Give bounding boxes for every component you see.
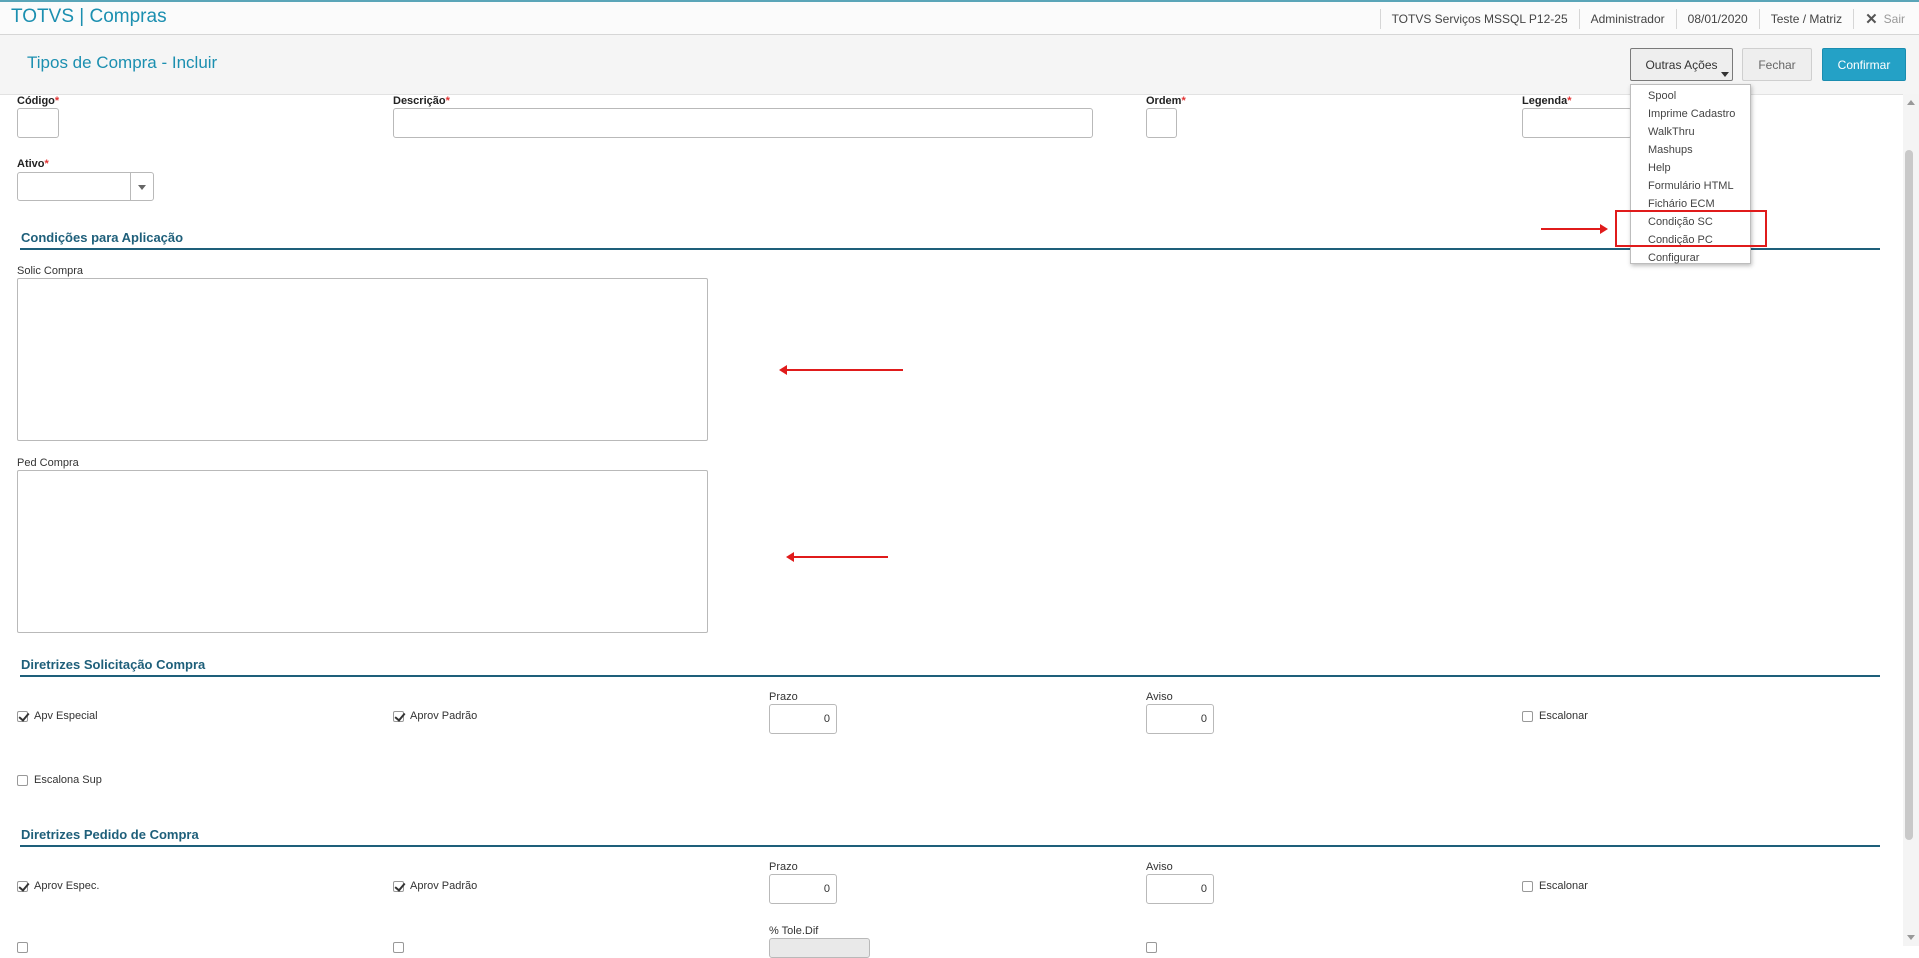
top-bar: TOTVS | Compras TOTVS Serviços MSSQL P12… xyxy=(0,0,1919,35)
required-mark: * xyxy=(44,158,49,170)
scroll-up-arrow-icon[interactable] xyxy=(1907,100,1915,105)
tole-dif-input xyxy=(769,938,870,958)
scroll-down-arrow-icon[interactable] xyxy=(1907,935,1915,940)
prazo-sc-input[interactable]: 0 xyxy=(769,704,837,734)
section-sc-title: Diretrizes Solicitação Compra xyxy=(21,657,206,672)
check-icon[interactable] xyxy=(17,880,28,892)
aviso-pc-label: Aviso xyxy=(1146,861,1173,873)
menu-item-walkthru[interactable]: WalkThru xyxy=(1631,123,1750,141)
descricao-label-text: Descrição xyxy=(393,95,446,107)
scrollbar-thumb[interactable] xyxy=(1905,150,1913,840)
section-pc-title: Diretrizes Pedido de Compra xyxy=(21,827,199,842)
codigo-input[interactable] xyxy=(17,108,59,138)
highlight-box xyxy=(1615,210,1767,247)
apv-especial-checkbox[interactable]: Apv Especial xyxy=(17,710,98,722)
check-icon[interactable] xyxy=(393,710,404,722)
menu-item-mashups[interactable]: Mashups xyxy=(1631,141,1750,159)
prazo-pc-input[interactable]: 0 xyxy=(769,874,837,904)
required-mark: * xyxy=(1567,95,1572,107)
tole-dif-label: % Tole.Dif xyxy=(769,925,819,937)
annotation-arrow-left-icon xyxy=(779,365,903,375)
descricao-input[interactable] xyxy=(393,108,1093,138)
menu-item-formulario-html[interactable]: Formulário HTML xyxy=(1631,177,1750,195)
ordem-input[interactable] xyxy=(1146,108,1177,138)
required-mark: * xyxy=(54,95,60,107)
legenda-input[interactable] xyxy=(1522,108,1632,138)
chevron-down-icon xyxy=(1721,72,1729,77)
legenda-label-text: Legenda xyxy=(1522,95,1568,107)
ordem-label: Ordem* xyxy=(1146,95,1186,107)
aviso-sc-input[interactable]: 0 xyxy=(1146,704,1214,734)
legenda-label: Legenda* xyxy=(1522,95,1572,107)
app-title: TOTVS | Compras xyxy=(11,6,167,27)
checkbox-box[interactable] xyxy=(17,942,28,953)
menu-item-spool[interactable]: Spool xyxy=(1631,87,1750,105)
required-mark: * xyxy=(1181,95,1186,107)
codigo-label: Código* xyxy=(17,95,59,107)
aprov-padrao-sc-label: Aprov Padrão xyxy=(410,710,478,722)
ped-compra-label: Ped Compra xyxy=(17,457,79,469)
solic-compra-textarea[interactable] xyxy=(17,278,708,441)
ativo-label: Ativo* xyxy=(17,158,49,170)
aviso-sc-label: Aviso xyxy=(1146,691,1173,703)
prazo-pc-label: Prazo xyxy=(769,861,798,873)
section-pc-header: Diretrizes Pedido de Compra xyxy=(20,826,1880,847)
checkbox-box[interactable] xyxy=(1522,880,1533,892)
solic-compra-label: Solic Compra xyxy=(17,265,84,277)
escalonar-sc-label: Escalonar xyxy=(1539,710,1588,722)
ativo-select[interactable] xyxy=(17,172,154,201)
escalonar-pc-checkbox[interactable]: Escalonar xyxy=(1522,880,1588,892)
section-sc-header: Diretrizes Solicitação Compra xyxy=(20,656,1880,677)
descricao-label: Descrição* xyxy=(393,95,450,107)
close-icon: ✕ xyxy=(1865,10,1878,28)
section-conditions-title: Condições para Aplicação xyxy=(21,230,184,245)
user-name: Administrador xyxy=(1590,11,1665,26)
menu-item-configurar[interactable]: Configurar xyxy=(1631,249,1750,267)
chevron-down-icon xyxy=(138,185,146,190)
checkbox-box[interactable] xyxy=(17,774,28,786)
page-title: Tipos de Compra - Incluir xyxy=(27,53,218,72)
annotation-arrow-left-icon xyxy=(786,552,888,562)
escalonar-pc-label: Escalonar xyxy=(1539,880,1588,892)
session-date: 08/01/2020 xyxy=(1687,11,1748,26)
server-name: TOTVS Serviços MSSQL P12-25 xyxy=(1391,11,1568,26)
session-info: TOTVS Serviços MSSQL P12-25 Administrado… xyxy=(1379,2,1919,35)
aprov-padrao-pc-checkbox[interactable]: Aprov Padrão xyxy=(393,880,477,892)
menu-item-imprime-cadastro[interactable]: Imprime Cadastro xyxy=(1631,105,1750,123)
aprov-espec-checkbox[interactable]: Aprov Espec. xyxy=(17,880,99,892)
aviso-pc-input[interactable]: 0 xyxy=(1146,874,1214,904)
check-icon[interactable] xyxy=(17,710,28,722)
check-icon[interactable] xyxy=(393,880,404,892)
prazo-sc-label: Prazo xyxy=(769,691,798,703)
ordem-label-text: Ordem xyxy=(1146,95,1182,107)
escalona-sup-checkbox[interactable]: Escalona Sup xyxy=(17,774,102,786)
menu-item-help[interactable]: Help xyxy=(1631,159,1750,177)
close-button[interactable]: Fechar xyxy=(1742,48,1812,81)
logout-button[interactable]: ✕ Sair xyxy=(1854,10,1919,28)
annotation-arrow-right-icon xyxy=(1541,224,1608,234)
confirm-button[interactable]: Confirmar xyxy=(1822,48,1906,81)
ped-compra-textarea[interactable] xyxy=(17,470,708,633)
escalona-sup-label: Escalona Sup xyxy=(34,774,102,786)
escalonar-sc-checkbox[interactable]: Escalonar xyxy=(1522,710,1588,722)
select-toggle[interactable] xyxy=(130,173,153,200)
aprov-padrao-pc-label: Aprov Padrão xyxy=(410,880,478,892)
apv-especial-label: Apv Especial xyxy=(34,710,98,722)
codigo-label-text: Código xyxy=(17,95,55,107)
other-actions-label: Outras Ações xyxy=(1645,57,1718,72)
ativo-label-text: Ativo xyxy=(17,158,45,170)
aprov-padrao-sc-checkbox[interactable]: Aprov Padrão xyxy=(393,710,477,722)
other-actions-button[interactable]: Outras Ações xyxy=(1630,48,1733,81)
checkbox-box[interactable] xyxy=(1146,942,1157,953)
required-mark: * xyxy=(445,95,450,107)
checkbox-box[interactable] xyxy=(393,942,404,953)
aprov-espec-label: Aprov Espec. xyxy=(34,880,100,892)
branch-name[interactable]: Teste / Matriz xyxy=(1760,12,1853,26)
logout-label: Sair xyxy=(1883,11,1905,26)
checkbox-box[interactable] xyxy=(1522,710,1533,722)
